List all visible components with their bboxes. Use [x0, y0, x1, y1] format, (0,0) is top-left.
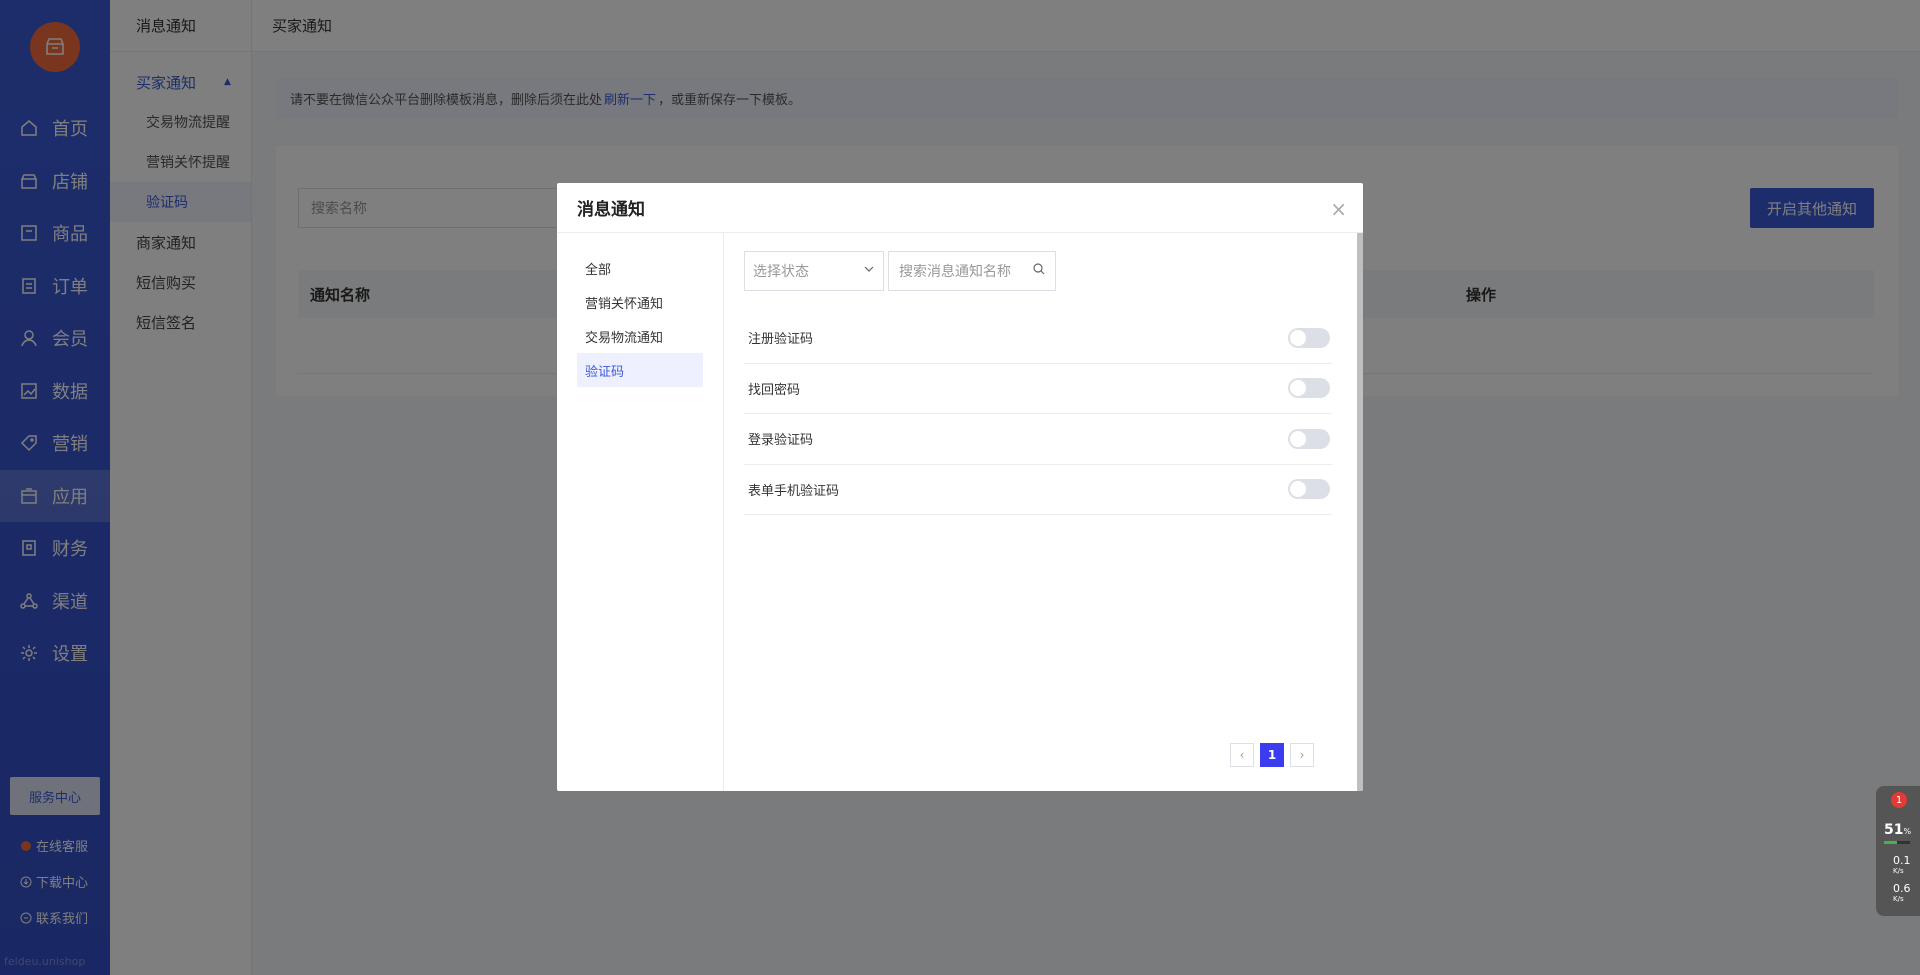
chevron-down-icon: [863, 263, 875, 279]
enable-toggle[interactable]: [1288, 378, 1330, 399]
pagination: ‹ 1 ›: [1230, 743, 1314, 767]
notice-list-panel: 选择状态 搜索消息通知名称 注册验证码 找回密码 登录验证码 表单手机验证码 ‹…: [744, 233, 1339, 791]
cpu-usage-bar: [1884, 841, 1910, 844]
enable-toggle[interactable]: [1288, 327, 1330, 348]
status-select-placeholder: 选择状态: [753, 264, 809, 280]
upload-speed-unit: K/s: [1893, 867, 1904, 875]
list-item: 表单手机验证码: [744, 465, 1332, 515]
dialog-title: 消息通知: [557, 183, 1363, 233]
filter-bar: 选择状态 搜索消息通知名称: [744, 251, 1056, 291]
message-notice-dialog: 消息通知 × 全部 营销关怀通知 交易物流通知 验证码 选择状态 搜索消息通知名…: [557, 183, 1363, 791]
status-select[interactable]: 选择状态: [744, 251, 884, 291]
page-button-current[interactable]: 1: [1260, 743, 1284, 767]
upload-speed: 0.1 K/s: [1893, 855, 1911, 876]
scrollbar[interactable]: [1357, 233, 1363, 791]
notification-badge: 1: [1891, 792, 1907, 808]
notice-name: 登录验证码: [748, 433, 814, 449]
enable-toggle[interactable]: [1288, 479, 1330, 500]
list-item: 登录验证码: [744, 414, 1332, 465]
notice-name: 表单手机验证码: [748, 483, 840, 499]
prev-page-button[interactable]: ‹: [1230, 743, 1254, 767]
cpu-usage: 51%: [1884, 822, 1911, 838]
notice-list: 注册验证码 找回密码 登录验证码 表单手机验证码: [744, 313, 1332, 515]
category-all[interactable]: 全部: [577, 251, 703, 285]
download-speed: 0.6 K/s: [1893, 883, 1911, 904]
search-notice-input[interactable]: 搜索消息通知名称: [888, 251, 1056, 291]
list-item: 注册验证码: [744, 313, 1332, 364]
close-icon[interactable]: ×: [1330, 197, 1347, 221]
category-verification[interactable]: 验证码: [577, 353, 703, 387]
enable-toggle[interactable]: [1288, 428, 1330, 449]
download-speed-unit: K/s: [1893, 895, 1904, 903]
category-logistics[interactable]: 交易物流通知: [577, 319, 703, 353]
cpu-usage-value: 51: [1884, 822, 1904, 838]
system-monitor-widget[interactable]: 1 51% 0.1 K/s 0.6 K/s: [1876, 786, 1920, 916]
next-page-button[interactable]: ›: [1290, 743, 1314, 767]
cpu-usage-unit: %: [1903, 827, 1912, 836]
notice-name: 找回密码: [748, 382, 801, 398]
search-icon: [1033, 263, 1045, 279]
category-list: 全部 营销关怀通知 交易物流通知 验证码: [557, 233, 724, 791]
notice-name: 注册验证码: [748, 332, 814, 348]
list-item: 找回密码: [744, 364, 1332, 414]
search-notice-placeholder: 搜索消息通知名称: [899, 264, 1011, 280]
category-marketing[interactable]: 营销关怀通知: [577, 285, 703, 319]
